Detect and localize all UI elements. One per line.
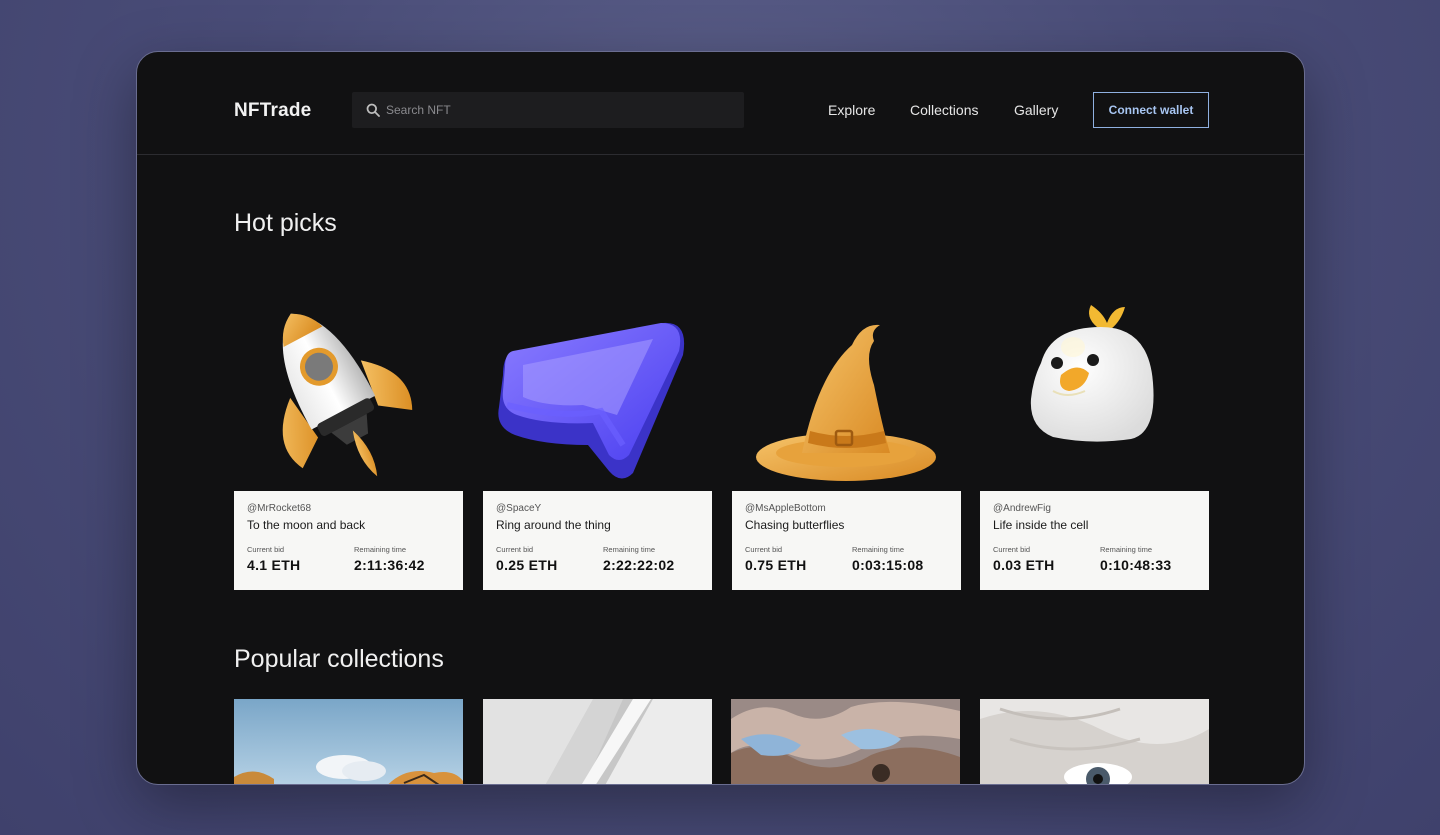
white-bird-artwork[interactable] [981, 295, 1211, 491]
nft-card[interactable]: @AndrewFig Life inside the cell Current … [980, 491, 1209, 590]
rocket-artwork[interactable] [234, 295, 464, 491]
current-bid-label: Current bid [247, 545, 285, 554]
purple-shape-artwork[interactable] [483, 295, 713, 491]
remaining-time-label: Remaining time [852, 545, 905, 554]
creator-handle[interactable]: @SpaceY [496, 503, 699, 514]
remaining-time-label: Remaining time [1100, 545, 1153, 554]
nav-collections[interactable]: Collections [910, 102, 978, 118]
fabric-collection-thumbnail[interactable] [731, 699, 960, 785]
hot-picks-title: Hot picks [234, 209, 337, 237]
popular-collections-title: Popular collections [234, 645, 444, 673]
logo[interactable]: NFTrade [234, 100, 311, 122]
search-input[interactable] [386, 103, 726, 117]
search-icon [366, 103, 380, 117]
nav-gallery[interactable]: Gallery [1014, 102, 1058, 118]
witch-hat-artwork[interactable] [732, 295, 962, 491]
creator-handle[interactable]: @MsAppleBottom [745, 503, 948, 514]
top-navigation: NFTrade Explore Collections Gallery Conn… [137, 52, 1304, 155]
current-bid-value: 4.1 ETH [247, 557, 301, 573]
nft-title: To the moon and back [247, 518, 366, 532]
remaining-time-value: 0:03:15:08 [852, 557, 924, 573]
nft-card[interactable]: @MsAppleBottom Chasing butterflies Curre… [732, 491, 961, 590]
remaining-time-value: 2:22:22:02 [603, 557, 675, 573]
nft-card[interactable]: @MrRocket68 To the moon and back Current… [234, 491, 463, 590]
remaining-time-label: Remaining time [603, 545, 656, 554]
current-bid-label: Current bid [993, 545, 1031, 554]
app-window: NFTrade Explore Collections Gallery Conn… [136, 51, 1305, 785]
current-bid-value: 0.25 ETH [496, 557, 558, 573]
remaining-time-label: Remaining time [354, 545, 407, 554]
nav-explore[interactable]: Explore [828, 102, 875, 118]
remaining-time-value: 2:11:36:42 [354, 557, 425, 573]
search-box[interactable] [352, 92, 744, 128]
creator-handle[interactable]: @MrRocket68 [247, 503, 450, 514]
connect-wallet-button[interactable]: Connect wallet [1093, 92, 1209, 128]
nft-title: Ring around the thing [496, 518, 611, 532]
eye-collection-thumbnail[interactable] [980, 699, 1209, 785]
current-bid-label: Current bid [496, 545, 534, 554]
current-bid-label: Current bid [745, 545, 783, 554]
nft-card[interactable]: @SpaceY Ring around the thing Current bi… [483, 491, 712, 590]
nft-title: Life inside the cell [993, 518, 1089, 532]
nft-title: Chasing butterflies [745, 518, 845, 532]
current-bid-value: 0.75 ETH [745, 557, 807, 573]
remaining-time-value: 0:10:48:33 [1100, 557, 1172, 573]
landscape-collection-thumbnail[interactable] [234, 699, 463, 785]
creator-handle[interactable]: @AndrewFig [993, 503, 1196, 514]
white-abstract-collection-thumbnail[interactable] [483, 699, 712, 785]
current-bid-value: 0.03 ETH [993, 557, 1055, 573]
